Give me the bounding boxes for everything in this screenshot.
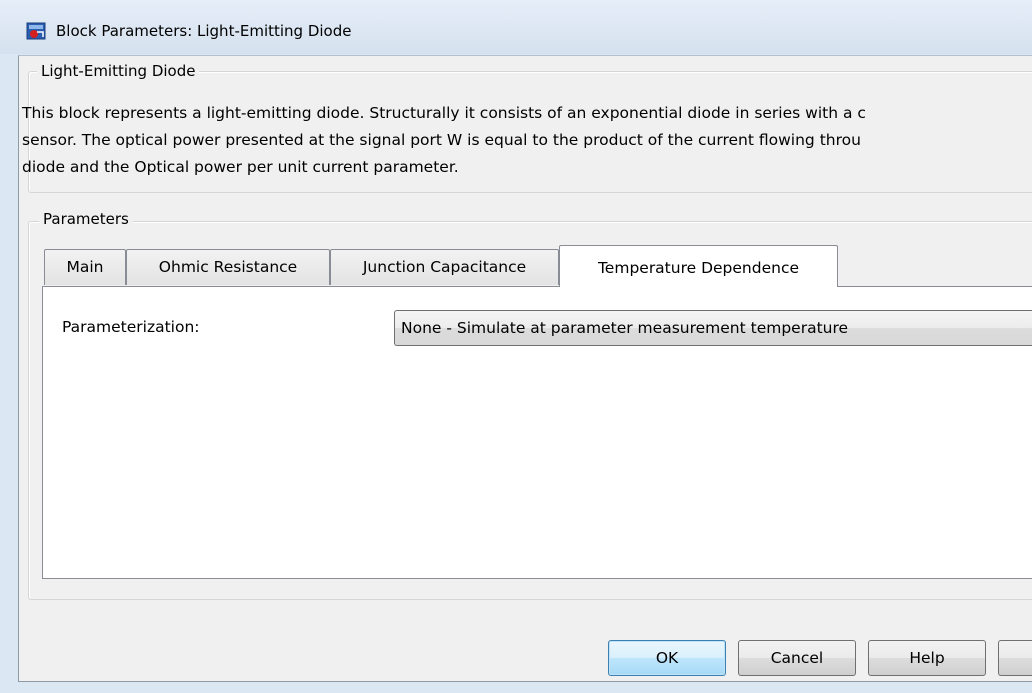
description-line: This block represents a light-emitting d… [22,104,866,122]
ok-button[interactable]: OK [608,640,726,676]
apply-button[interactable] [998,640,1032,676]
parameterization-dropdown[interactable]: None - Simulate at parameter measurement… [394,310,1032,346]
parameters-group-label: Parameters [39,210,133,228]
cancel-button[interactable]: Cancel [738,640,856,676]
simulink-block-icon [26,22,46,40]
tab-ohmic-resistance[interactable]: Ohmic Resistance [126,249,330,285]
description-group-label: Light-Emitting Diode [37,62,200,80]
tab-junction-capacitance[interactable]: Junction Capacitance [330,249,559,285]
tab-temperature-dependence[interactable]: Temperature Dependence [559,245,838,287]
window-title: Block Parameters: Light-Emitting Diode [56,22,352,40]
parameterization-label: Parameterization: [62,318,200,336]
description-line: diode and the Optical power per unit cur… [22,158,459,176]
tab-main[interactable]: Main [44,249,126,285]
title-bar[interactable]: Block Parameters: Light-Emitting Diode [0,0,1032,54]
description-line: sensor. The optical power presented at t… [22,131,861,149]
help-button[interactable]: Help [868,640,986,676]
